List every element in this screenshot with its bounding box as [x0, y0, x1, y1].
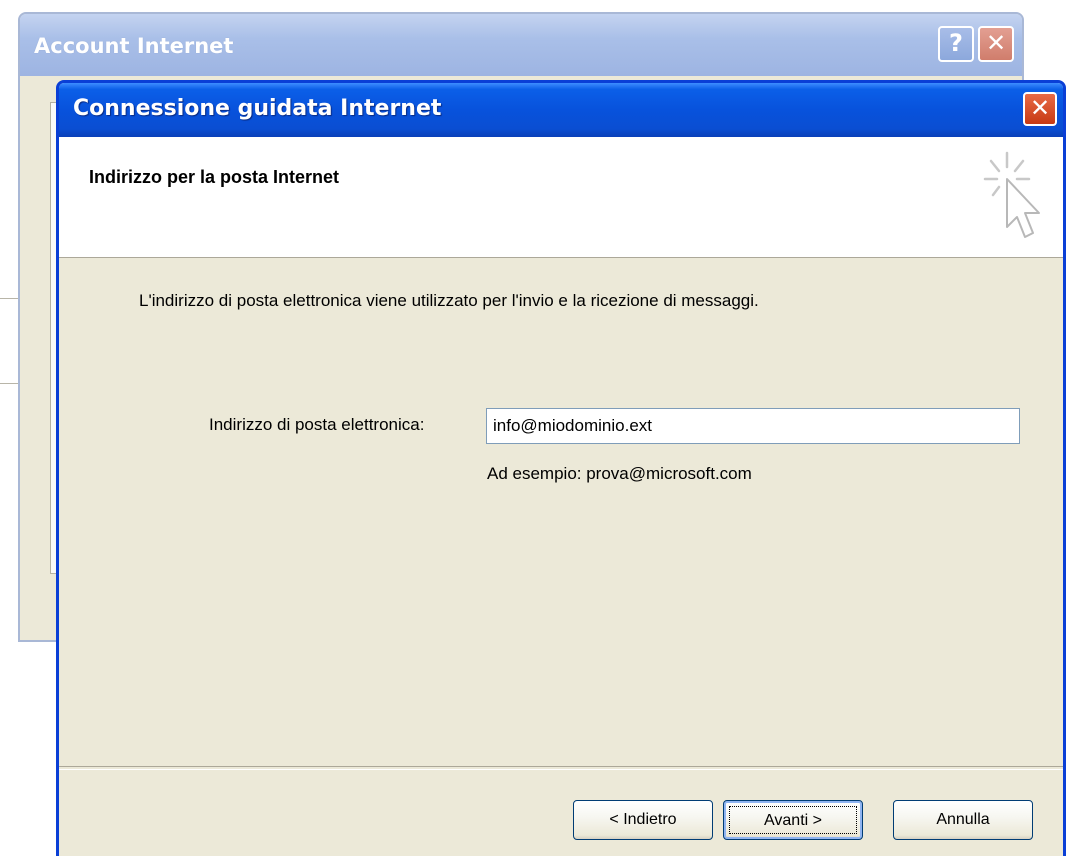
screen: Account Internet ? ✕ Connessione guidata…	[0, 0, 1078, 856]
wizard-step-title: Indirizzo per la posta Internet	[89, 167, 340, 187]
help-icon: ?	[949, 29, 963, 57]
help-button[interactable]: ?	[938, 26, 974, 62]
close-icon: ✕	[985, 29, 1007, 57]
background-divider	[0, 298, 18, 299]
cancel-button[interactable]: Annulla	[893, 800, 1033, 840]
wizard-title: Connessione guidata Internet	[73, 96, 442, 121]
wizard-description: L'indirizzo di posta elettronica viene u…	[139, 291, 759, 310]
focus-rectangle: Avanti >	[729, 806, 857, 834]
wizard-cursor-icon	[983, 151, 1040, 238]
connection-wizard-window: Connessione guidata Internet ✕ Indirizzo…	[56, 80, 1066, 856]
next-button-label: Avanti >	[764, 812, 822, 829]
footer-divider	[59, 766, 1063, 770]
next-button[interactable]: Avanti >	[723, 800, 863, 840]
wizard-titlebar[interactable]: Connessione guidata Internet ✕	[59, 83, 1063, 137]
cancel-button-label: Annulla	[936, 811, 990, 828]
wizard-close-button[interactable]: ✕	[1023, 92, 1057, 126]
email-label: Indirizzo di posta elettronica:	[209, 415, 425, 434]
background-divider	[0, 383, 18, 384]
account-internet-title: Account Internet	[34, 34, 234, 58]
account-internet-titlebar[interactable]: Account Internet ? ✕	[20, 14, 1022, 76]
account-close-button[interactable]: ✕	[978, 26, 1014, 62]
close-icon: ✕	[1029, 94, 1051, 122]
back-button-label: < Indietro	[609, 811, 677, 828]
wizard-header: Indirizzo per la posta Internet	[59, 137, 1063, 258]
email-input[interactable]	[486, 408, 1020, 444]
email-example-hint: Ad esempio: prova@microsoft.com	[487, 464, 752, 483]
back-button[interactable]: < Indietro	[573, 800, 713, 840]
